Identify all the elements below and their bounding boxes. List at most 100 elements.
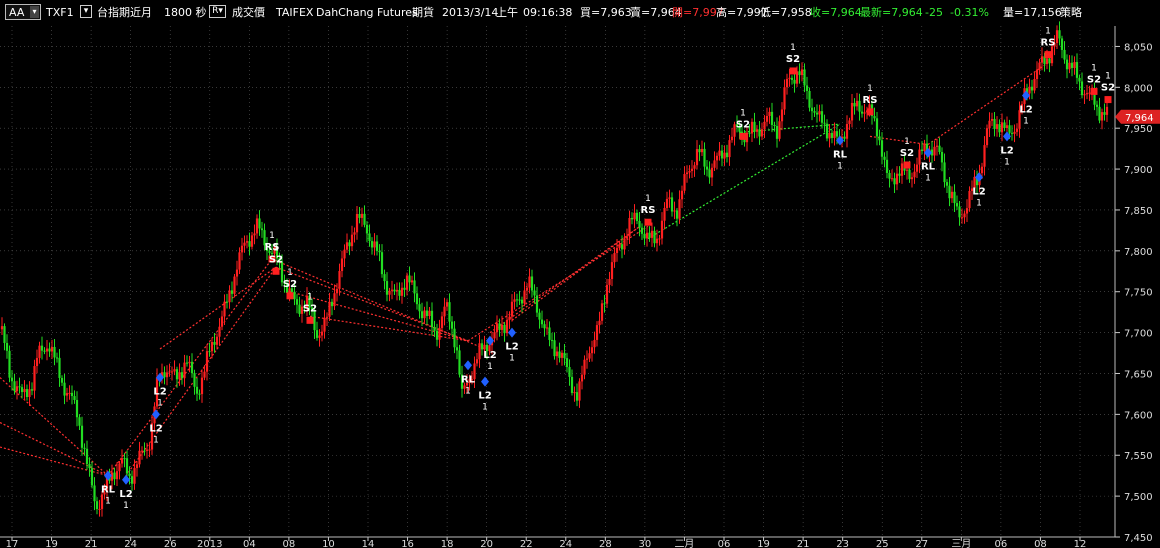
x-tick-label: 16 (401, 539, 414, 548)
candle-body (163, 372, 166, 378)
candlestick (923, 139, 926, 160)
candle-body (1040, 56, 1044, 63)
candlestick (508, 311, 511, 329)
candle-body (750, 121, 754, 134)
candle-body (240, 245, 244, 253)
candle-body (658, 238, 661, 240)
candlestick (653, 226, 656, 248)
signal-count: 1 (482, 403, 488, 413)
candle-body (43, 350, 46, 352)
candle-body (1085, 93, 1089, 95)
candlestick (448, 293, 451, 330)
candlestick (530, 269, 534, 298)
candlestick (243, 235, 246, 253)
candlestick (328, 292, 331, 322)
candlestick (993, 111, 996, 137)
sell-signal-marker (789, 67, 797, 75)
candlestick (440, 311, 444, 332)
candlestick (578, 378, 581, 408)
candle-body (185, 362, 189, 364)
candlestick (80, 416, 84, 456)
candle-body (748, 132, 751, 134)
candlestick (863, 103, 866, 122)
candle-body (785, 78, 789, 88)
candlestick (670, 192, 674, 217)
candlestick (933, 140, 936, 161)
candle-body (198, 393, 201, 395)
candle-body (365, 224, 369, 234)
candle-body (773, 124, 776, 127)
candlestick (730, 127, 734, 143)
candlestick (965, 199, 969, 222)
candle-body (38, 345, 41, 358)
candle-body (123, 458, 126, 460)
candle-body (598, 320, 601, 326)
signal-count: 1 (1004, 157, 1010, 167)
candlestick (790, 75, 794, 85)
candle-body (355, 213, 359, 233)
candle-body (343, 249, 346, 259)
candlestick (823, 114, 826, 133)
candle-body (13, 381, 16, 392)
candle-body (655, 238, 659, 244)
candlestick (815, 104, 819, 123)
candlestick (1103, 103, 1106, 121)
candle-body (723, 152, 726, 159)
candle-body (635, 212, 639, 222)
candle-body (755, 129, 759, 132)
candlestick (833, 122, 836, 146)
candlestick (383, 269, 386, 290)
signal-label: RL (833, 149, 848, 160)
candle-body (805, 85, 809, 91)
candle-body (880, 140, 884, 157)
candlestick (658, 235, 661, 246)
candlestick (390, 280, 394, 300)
price-chart[interactable]: RL1L21L21L211RS1S21S21S2RL1 L21L21L211RS1… (0, 0, 1160, 548)
candlestick (783, 79, 786, 115)
buy-signal-marker (481, 376, 489, 387)
candle-body (428, 310, 431, 317)
candlestick (905, 166, 909, 180)
candlestick (368, 224, 371, 247)
candlestick (173, 360, 176, 376)
candle-body (453, 328, 456, 348)
candle-body (1098, 106, 1101, 121)
candlestick (553, 332, 556, 360)
x-tick-label: 25 (876, 539, 889, 548)
candle-body (628, 217, 631, 237)
candle-body (1078, 77, 1081, 82)
candle-body (778, 121, 781, 139)
candle-body (603, 303, 606, 305)
buy-signal: L21 (119, 474, 133, 511)
candle-body (120, 458, 124, 464)
candle-body (1033, 79, 1036, 91)
signal-label: RL (461, 374, 476, 385)
candle-body (848, 120, 851, 124)
candle-body (670, 197, 674, 212)
candlestick (750, 118, 754, 142)
candlestick (853, 98, 856, 115)
x-tick-label: 22 (520, 539, 533, 548)
candlestick (713, 151, 716, 172)
candle-body (813, 111, 816, 113)
x-tick-label: 17 (6, 539, 19, 548)
candlestick (323, 309, 326, 339)
candlestick (690, 160, 694, 178)
candlestick (700, 140, 704, 157)
candle-body (430, 310, 434, 328)
candle-body (998, 124, 1001, 133)
candlestick (343, 244, 346, 267)
candle-body (550, 339, 554, 341)
candlestick (920, 141, 924, 155)
x-tick-label: 04 (243, 539, 256, 548)
candle-body (1008, 125, 1011, 133)
candle-body (608, 279, 611, 285)
candle-body (260, 228, 264, 231)
candle-body (233, 276, 236, 294)
candlestick (820, 104, 824, 129)
candlestick (520, 296, 524, 313)
signal-count: 1 (269, 231, 275, 241)
candle-body (230, 290, 234, 294)
candlestick (225, 293, 229, 309)
candle-body (775, 126, 779, 139)
